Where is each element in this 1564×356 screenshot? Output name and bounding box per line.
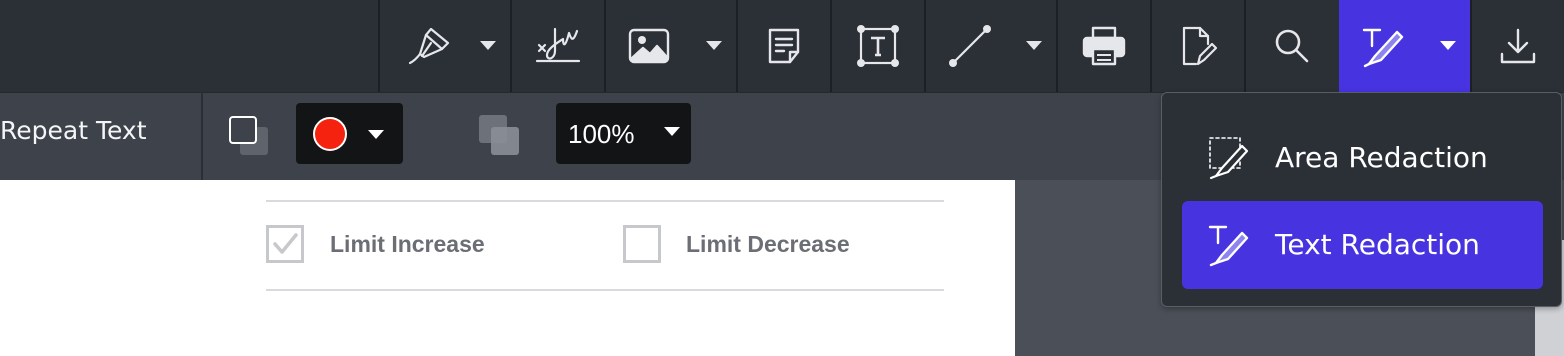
chevron-down-icon[interactable] <box>1440 41 1456 50</box>
text-redaction-icon <box>1206 221 1252 271</box>
opacity-value: 100% <box>568 119 635 149</box>
note-icon <box>764 26 804 66</box>
check-icon <box>273 233 298 254</box>
signature-tool-button[interactable] <box>512 0 604 92</box>
chevron-down-icon <box>368 130 384 139</box>
menu-item-area-redaction[interactable]: Area Redaction <box>1182 114 1543 202</box>
download-tool-button[interactable] <box>1472 0 1564 92</box>
redaction-dropdown-menu: Area Redaction Text Redaction <box>1161 92 1562 307</box>
print-tool-button[interactable] <box>1058 0 1150 92</box>
top-toolbar <box>0 0 1564 92</box>
color-swatch <box>312 116 348 156</box>
opacity-icon[interactable] <box>477 113 521 161</box>
download-icon <box>1498 26 1538 66</box>
limit-increase-checkbox[interactable] <box>266 225 304 263</box>
subbar-divider <box>201 92 203 180</box>
divider-line <box>266 200 944 202</box>
chevron-down-icon[interactable] <box>480 41 496 50</box>
search-tool-button[interactable] <box>1246 0 1338 92</box>
edit-document-icon <box>1176 24 1220 68</box>
repeat-text-label[interactable]: Repeat Text <box>0 116 147 145</box>
search-icon <box>1273 27 1311 65</box>
text-box-tool-button[interactable] <box>832 0 924 92</box>
menu-item-label: Area Redaction <box>1275 141 1488 174</box>
redaction-tool-button[interactable] <box>1339 0 1470 92</box>
chevron-down-icon <box>664 127 680 136</box>
freehand-tool-button[interactable] <box>380 0 510 92</box>
limit-increase-label: Limit Increase <box>330 231 485 257</box>
line-tool-button[interactable] <box>926 0 1056 92</box>
edit-document-tool-button[interactable] <box>1152 0 1244 92</box>
outline-style-icon[interactable] <box>228 115 270 161</box>
note-tool-button[interactable] <box>738 0 830 92</box>
app-root: Repeat Text 100% Limit Increase Limit De… <box>0 0 1564 356</box>
document-page: Limit Increase Limit Decrease <box>0 180 1015 356</box>
menu-item-text-redaction[interactable]: Text Redaction <box>1182 201 1543 289</box>
text-box-icon <box>855 23 901 69</box>
pen-nib-icon <box>404 23 450 69</box>
limit-decrease-label: Limit Decrease <box>686 231 850 257</box>
divider-line <box>266 289 944 291</box>
line-icon <box>947 23 993 69</box>
printer-icon <box>1081 25 1127 67</box>
chevron-down-icon[interactable] <box>706 41 722 50</box>
limit-decrease-checkbox[interactable] <box>623 225 661 263</box>
signature-icon <box>533 23 583 69</box>
image-tool-button[interactable] <box>606 0 736 92</box>
text-redaction-icon <box>1361 26 1405 68</box>
chevron-down-icon[interactable] <box>1026 41 1042 50</box>
image-icon <box>627 27 671 65</box>
area-redaction-icon <box>1206 134 1252 184</box>
menu-item-label: Text Redaction <box>1275 228 1480 261</box>
fill-color-picker[interactable] <box>296 103 403 164</box>
